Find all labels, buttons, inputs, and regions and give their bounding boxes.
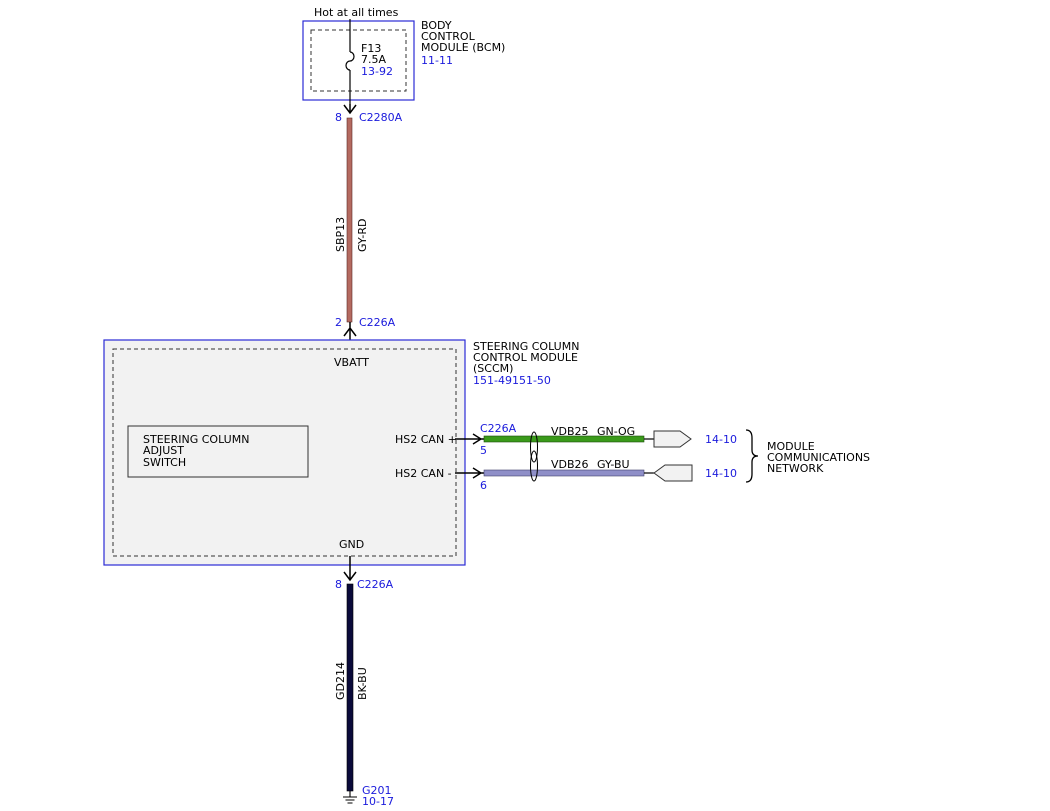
twisted-pair-symbol-bottom [530, 450, 538, 482]
sccm-vbatt-label: VBATT [334, 356, 369, 369]
offpage-connector-vdb26[interactable] [653, 464, 693, 482]
switch-line-3: SWITCH [143, 456, 186, 469]
bcm-module-box[interactable] [302, 20, 415, 101]
fuse-page-ref[interactable]: 13-92 [361, 65, 393, 78]
wire-gd214-color: BK-BU [356, 667, 369, 700]
sccm-gnd-label: GND [339, 538, 364, 551]
connector-c2280a-pin: 8 [335, 111, 342, 124]
ground-symbol [343, 791, 357, 804]
offpage-ref-vdb25[interactable]: 14-10 [705, 433, 737, 446]
network-brace [745, 429, 759, 483]
hs2-can-plus-label: HS2 CAN + [395, 433, 457, 446]
network-name-line-3: NETWORK [767, 462, 824, 475]
connector-c226a-can-plus-pin: 5 [480, 444, 487, 457]
wire-vdb26-color: GY-BU [597, 458, 630, 471]
wire-vdb25-circuit: VDB25 [551, 425, 589, 438]
connector-c226a-gnd-pin: 8 [335, 578, 342, 591]
offpage-ref-vdb26[interactable]: 14-10 [705, 467, 737, 480]
connector-c226a-gnd-name[interactable]: C226A [357, 578, 394, 591]
bcm-name-line-3: MODULE (BCM) [421, 41, 505, 54]
ground-point-ref[interactable]: 10-17 [362, 795, 394, 808]
wire-vdb26-circuit: VDB26 [551, 458, 589, 471]
wire-sbp13-color: GY-RD [356, 219, 369, 252]
bcm-page-ref[interactable]: 11-11 [421, 54, 453, 67]
connector-c2280a-name[interactable]: C2280A [359, 111, 403, 124]
connector-c226a-can-name[interactable]: C226A [480, 422, 517, 435]
connector-c226a-vbatt-name[interactable]: C226A [359, 316, 396, 329]
sccm-page-ref[interactable]: 151-49151-50 [473, 374, 551, 387]
wire-gd214-bk-bu[interactable] [346, 583, 354, 792]
offpage-connector-vdb25[interactable] [653, 430, 692, 448]
hs2-can-minus-label: HS2 CAN - [395, 467, 452, 480]
wire-vdb25-color: GN-OG [597, 425, 635, 438]
wire-gd214-circuit: GD214 [334, 662, 347, 700]
connector-c226a-can-minus-pin: 6 [480, 479, 487, 492]
hot-at-all-times-label: Hot at all times [314, 6, 399, 19]
wiring-diagram: Hot at all times BODY CONTROL MODULE (BC… [103, 6, 870, 808]
wire-sbp13-circuit: SBP13 [334, 217, 347, 252]
connector-c226a-vbatt-pin: 2 [335, 316, 342, 329]
wire-sbp13-gy-rd[interactable] [346, 117, 353, 323]
connector-c2280a-symbol [343, 104, 357, 115]
